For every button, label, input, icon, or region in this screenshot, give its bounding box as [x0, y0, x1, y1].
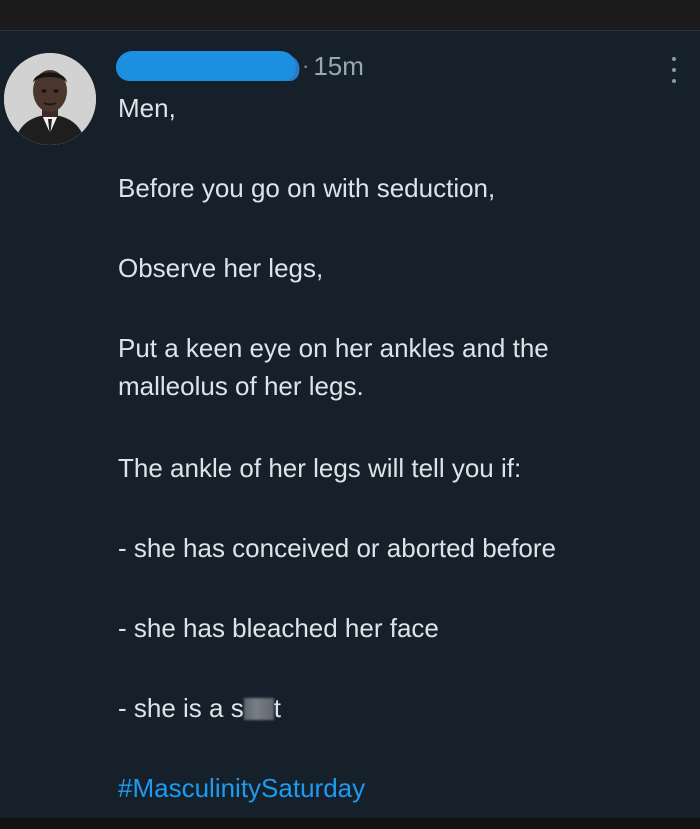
header-separator: · [302, 53, 310, 78]
redacted-author-name[interactable] [113, 51, 299, 81]
more-dot-3 [672, 79, 676, 83]
tweet-line: malleolus of her legs. [118, 371, 364, 401]
censored-line-prefix: - she is a s [118, 693, 244, 723]
censored-line-suffix: t [273, 693, 281, 723]
more-dot-1 [672, 57, 676, 61]
hashtag-link[interactable]: #MasculinitySaturday [118, 769, 365, 807]
tweet-line: - she has conceived or aborted before [118, 533, 556, 563]
tweet-line: Put a keen eye on her ankles and the [118, 333, 549, 363]
tweet-line: Before you go on with seduction, [118, 173, 496, 203]
tweet-header: · 15m [113, 49, 364, 83]
tweet-line: Observe her legs, [118, 253, 324, 283]
more-dot-2 [672, 68, 676, 72]
tweet-card[interactable]: · 15m Men, Before you go on with seducti… [0, 30, 700, 819]
more-vertical-icon[interactable] [666, 57, 682, 83]
avatar[interactable] [4, 53, 96, 145]
timestamp[interactable]: 15m [313, 51, 364, 82]
tweet-line: Men, [118, 93, 176, 123]
tweet-line: The ankle of her legs will tell you if: [118, 453, 522, 483]
tweet-line: - she is a s t [118, 689, 281, 727]
censor-blur [243, 698, 274, 720]
top-edge-strip [0, 0, 700, 30]
tweet-line: - she has bleached her face [118, 613, 439, 643]
bottom-edge-strip [0, 818, 700, 829]
